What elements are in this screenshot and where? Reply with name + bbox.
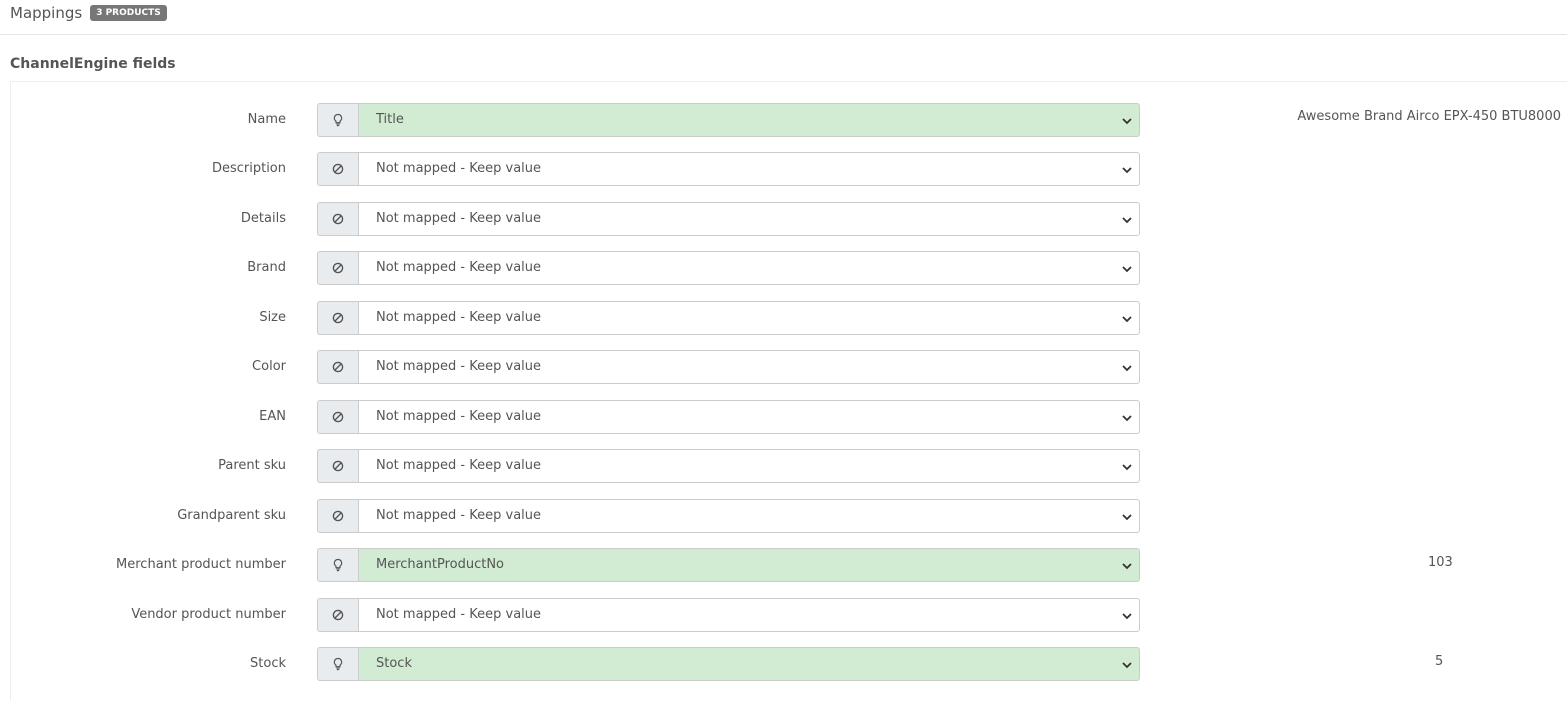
select-value: Not mapped - Keep value (376, 211, 542, 226)
mapping-row-brand: Brand Not mapped - Keep value (11, 251, 1567, 285)
ban-icon (332, 213, 344, 225)
ban-icon (332, 510, 344, 522)
mapping-select-parent-sku[interactable]: Not mapped - Keep value (358, 449, 1140, 483)
mapping-select-vendor-product-number[interactable]: Not mapped - Keep value (358, 598, 1140, 632)
mapping-status-addon (317, 548, 358, 582)
page-title: Mappings (10, 3, 83, 22)
select-value: Not mapped - Keep value (376, 359, 542, 374)
preview-value: 103 (1428, 555, 1453, 570)
mapping-status-addon (317, 251, 358, 285)
ban-icon (332, 312, 344, 324)
chevron-down-icon (1122, 662, 1132, 669)
preview-value: Awesome Brand Airco EPX-450 BTU8000 (1297, 109, 1561, 124)
mapping-row-color: Color Not mapped - Keep value (11, 350, 1567, 384)
page-header: Mappings 3 PRODUCTS (0, 0, 1567, 35)
select-value: Not mapped - Keep value (376, 310, 542, 325)
mapping-select-ean[interactable]: Not mapped - Keep value (358, 400, 1140, 434)
select-value: MerchantProductNo (376, 557, 505, 572)
mapping-status-addon (317, 152, 358, 186)
chevron-down-icon (1122, 464, 1132, 471)
mapping-select-grandparent-sku[interactable]: Not mapped - Keep value (358, 499, 1140, 533)
chevron-down-icon (1122, 415, 1132, 422)
ban-icon (332, 262, 344, 274)
ban-icon (332, 361, 344, 373)
chevron-down-icon (1122, 563, 1132, 570)
mapping-status-addon (317, 598, 358, 632)
chevron-down-icon (1122, 118, 1132, 125)
select-value: Stock (376, 656, 412, 671)
mapping-row-stock: Stock Stock 5 (11, 647, 1567, 681)
field-label: Description (211, 161, 286, 176)
mapping-status-addon (317, 400, 358, 434)
chevron-down-icon (1122, 365, 1132, 372)
select-value: Not mapped - Keep value (376, 508, 542, 523)
select-value: Title (376, 112, 404, 127)
ban-icon (332, 460, 344, 472)
mapping-row-merchant-product-number: Merchant product number MerchantProductN… (11, 548, 1567, 582)
mapping-row-grandparent-sku: Grandparent sku Not mapped - Keep value (11, 499, 1567, 533)
mapping-select-brand[interactable]: Not mapped - Keep value (358, 251, 1140, 285)
field-label: Merchant product number (116, 557, 286, 572)
select-value: Not mapped - Keep value (376, 260, 542, 275)
mapping-select-merchant-product-number[interactable]: MerchantProductNo (358, 548, 1140, 582)
mapping-select-name[interactable]: Title (358, 103, 1140, 137)
mapping-select-description[interactable]: Not mapped - Keep value (358, 152, 1140, 186)
mapping-panel: Name Title Awesome Brand Airco EPX-450 B… (10, 81, 1567, 701)
field-label: EAN (259, 409, 286, 424)
mapping-status-addon (317, 301, 358, 335)
chevron-down-icon (1122, 514, 1132, 521)
mapping-row-ean: EAN Not mapped - Keep value (11, 400, 1567, 434)
select-value: Not mapped - Keep value (376, 458, 542, 473)
mapping-row-size: Size Not mapped - Keep value (11, 301, 1567, 335)
section-title: ChannelEngine fields (10, 56, 176, 72)
select-value: Not mapped - Keep value (376, 607, 542, 622)
mapping-status-addon (317, 499, 358, 533)
field-label: Grandparent sku (177, 508, 286, 523)
ban-icon (332, 411, 344, 423)
field-label: Name (247, 112, 286, 127)
field-label: Stock (250, 656, 286, 671)
mapping-status-addon (317, 103, 358, 137)
field-label: Size (259, 310, 286, 325)
field-label: Color (252, 359, 286, 374)
ban-icon (332, 163, 344, 175)
mapping-row-description: Description Not mapped - Keep value (11, 152, 1567, 186)
ban-icon (332, 609, 344, 621)
chevron-down-icon (1122, 316, 1132, 323)
preview-value: 5 (1435, 654, 1444, 669)
field-label: Vendor product number (131, 607, 286, 622)
mapping-select-color[interactable]: Not mapped - Keep value (358, 350, 1140, 384)
mapping-select-size[interactable]: Not mapped - Keep value (358, 301, 1140, 335)
lightbulb-icon (333, 558, 343, 572)
mapping-row-vendor-product-number: Vendor product number Not mapped - Keep … (11, 598, 1567, 632)
mapping-status-addon (317, 449, 358, 483)
field-label: Details (240, 211, 286, 226)
mapping-select-details[interactable]: Not mapped - Keep value (358, 202, 1140, 236)
mapping-row-parent-sku: Parent sku Not mapped - Keep value (11, 449, 1567, 483)
chevron-down-icon (1122, 167, 1132, 174)
lightbulb-icon (333, 657, 343, 671)
mapping-select-stock[interactable]: Stock (358, 647, 1140, 681)
chevron-down-icon (1122, 266, 1132, 273)
products-count-badge: 3 PRODUCTS (90, 5, 167, 21)
select-value: Not mapped - Keep value (376, 409, 542, 424)
field-label: Brand (247, 260, 286, 275)
lightbulb-icon (333, 113, 343, 127)
mapping-row-details: Details Not mapped - Keep value (11, 202, 1567, 236)
mapping-status-addon (317, 647, 358, 681)
chevron-down-icon (1122, 217, 1132, 224)
mapping-row-name: Name Title Awesome Brand Airco EPX-450 B… (11, 103, 1567, 137)
chevron-down-icon (1122, 613, 1132, 620)
field-label: Parent sku (218, 458, 286, 473)
mapping-status-addon (317, 202, 358, 236)
mapping-status-addon (317, 350, 358, 384)
select-value: Not mapped - Keep value (376, 161, 542, 176)
